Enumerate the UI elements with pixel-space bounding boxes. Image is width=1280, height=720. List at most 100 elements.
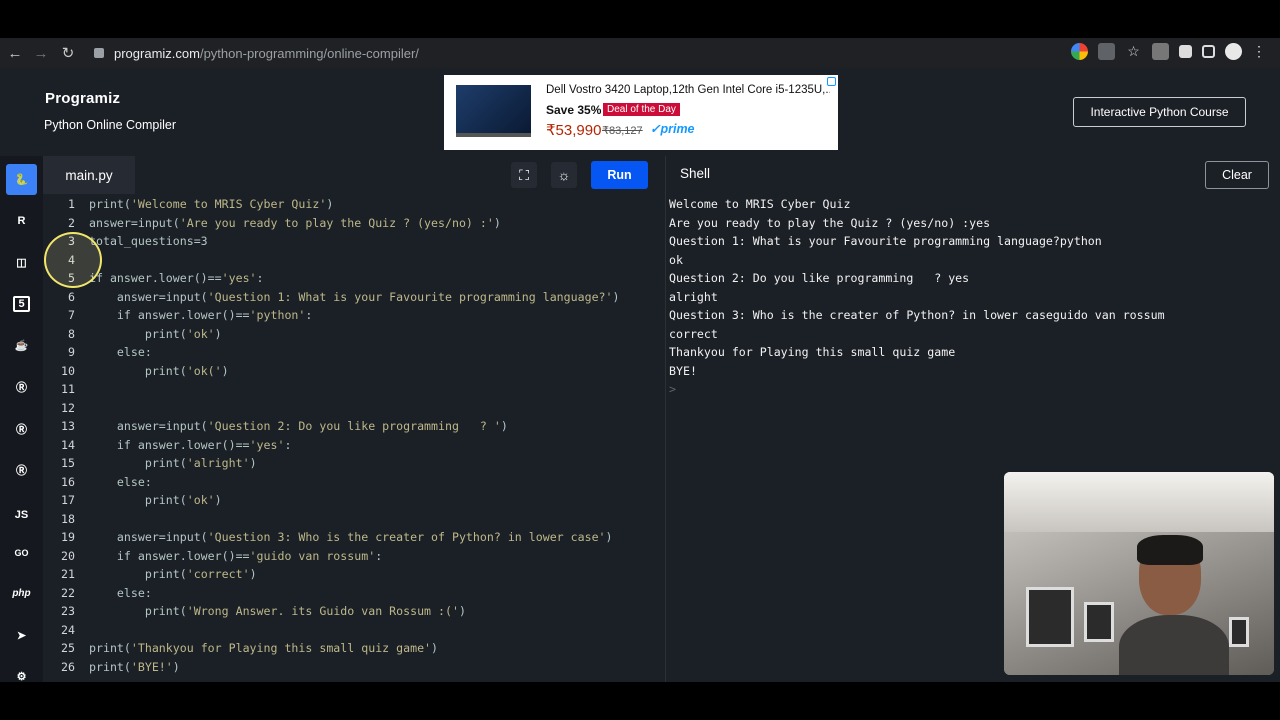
clear-button[interactable]: Clear <box>1205 161 1269 189</box>
code-line[interactable]: 10 print('ok(') <box>43 362 665 381</box>
lock-icon <box>94 48 104 58</box>
ad-old-price: ₹83,127 <box>602 125 643 137</box>
person <box>1119 535 1229 675</box>
google-icon[interactable] <box>1071 43 1088 60</box>
php-label: php <box>12 588 31 599</box>
code-line[interactable]: 2 answer=input('Are you ready to play the… <box>43 214 665 233</box>
c-icon[interactable]: Ⓡ <box>6 371 37 402</box>
tab-main-py[interactable]: main.py <box>43 156 135 194</box>
site-header: Programiz Python Online Compiler Dell Vo… <box>0 68 1280 156</box>
share-icon[interactable] <box>1098 43 1115 60</box>
extensions-area: ☆ ⋮ <box>1071 43 1266 60</box>
code-line[interactable]: 26 print('BYE!') <box>43 658 665 677</box>
line-number: 24 <box>61 622 75 637</box>
code-line[interactable]: 22 else: <box>43 584 665 603</box>
ad-banner[interactable]: Dell Vostro 3420 Laptop,12th Gen Intel C… <box>444 75 838 150</box>
ad-price: ₹53,990 <box>546 122 602 139</box>
line-number: 2 <box>68 215 75 230</box>
shell-line: Thankyou for Playing this small quiz gam… <box>669 345 956 360</box>
cursor-highlight <box>44 232 102 288</box>
code-line[interactable]: 15 print('alright') <box>43 454 665 473</box>
code-line[interactable]: 13 answer=input('Question 2: Do you like… <box>43 417 665 436</box>
code-line[interactable]: 5 if answer.lower()=='yes': <box>43 269 665 288</box>
run-button[interactable]: Run <box>591 161 648 189</box>
code-text: answer=input('Question 1: What is your F… <box>89 289 620 304</box>
code-line[interactable]: 25 print('Thankyou for Playing this small… <box>43 639 665 658</box>
js-icon[interactable]: JS <box>6 499 37 530</box>
php-icon[interactable]: php <box>6 578 37 609</box>
shell-line: ok <box>669 252 683 267</box>
interactive-course-button[interactable]: Interactive Python Course <box>1073 97 1246 127</box>
line-number: 13 <box>61 419 75 434</box>
editor-toolbar: main.py ⛶ ☼ Run <box>43 156 665 194</box>
code-line[interactable]: 17 print('ok') <box>43 491 665 510</box>
html-icon[interactable]: 5 <box>6 288 37 319</box>
line-number: 1 <box>68 197 75 212</box>
code-line[interactable]: 3 total_questions=3 <box>43 232 665 251</box>
cpp-icon[interactable]: Ⓡ <box>6 413 37 444</box>
language-rail: 🐍 R ◫ 5 ☕ Ⓡ Ⓡ Ⓡ JS GO php ➤ ⚙ <box>0 156 43 683</box>
code-editor[interactable]: 1 print('Welcome to MRIS Cyber Quiz') 2 ans… <box>43 194 665 682</box>
line-number: 21 <box>61 567 75 582</box>
code-line[interactable]: 18 <box>43 510 665 529</box>
go-icon[interactable]: GO <box>6 537 37 568</box>
code-line[interactable]: 4 <box>43 251 665 270</box>
code-line[interactable]: 14 if answer.lower()=='yes': <box>43 436 665 455</box>
star-icon[interactable]: ☆ <box>1125 43 1142 60</box>
code-line[interactable]: 11 <box>43 380 665 399</box>
code-text: answer=input('Question 2: Do you like pr… <box>89 419 508 434</box>
ad-deal-badge: Deal of the Day <box>603 103 680 116</box>
code-line[interactable]: 21 print('correct') <box>43 565 665 584</box>
code-text: print('ok') <box>89 493 222 508</box>
line-number: 23 <box>61 604 75 619</box>
shell-line: correct <box>669 326 718 341</box>
code-line[interactable]: 24 <box>43 621 665 640</box>
line-number: 14 <box>61 437 75 452</box>
python-icon[interactable]: 🐍 <box>6 164 37 195</box>
code-line[interactable]: 1 print('Welcome to MRIS Cyber Quiz') <box>43 195 665 214</box>
code-text: print('alright') <box>89 456 257 471</box>
reload-icon[interactable]: ↻ <box>55 40 81 66</box>
code-text: print('ok') <box>89 326 222 341</box>
line-number: 18 <box>61 511 75 526</box>
sidepanel-icon[interactable] <box>1202 45 1215 58</box>
person-body <box>1119 615 1229 675</box>
rust-icon[interactable]: ⚙ <box>6 661 37 692</box>
line-number: 17 <box>61 493 75 508</box>
code-line[interactable]: 9 else: <box>43 343 665 362</box>
logo[interactable]: Programiz <box>45 90 120 107</box>
shell-line: Are you ready to play the Quiz ? (yes/no… <box>669 215 991 230</box>
person-hair <box>1137 535 1203 565</box>
shell-line: Question 2: Do you like programming ? ye… <box>669 271 970 286</box>
line-number: 19 <box>61 530 75 545</box>
r-icon[interactable]: R <box>6 205 37 236</box>
code-line[interactable]: 19 answer=input('Question 3: Who is the … <box>43 528 665 547</box>
theme-toggle-icon[interactable]: ☼ <box>551 162 577 188</box>
back-icon[interactable]: ← <box>2 40 28 66</box>
code-line[interactable]: 16 else: <box>43 473 665 492</box>
code-line[interactable]: 23 print('Wrong Answer. its Guido van Ro… <box>43 602 665 621</box>
sql-icon[interactable]: ◫ <box>6 247 37 278</box>
code-line[interactable]: 8 print('ok') <box>43 325 665 344</box>
line-number: 11 <box>61 382 75 397</box>
profile-avatar[interactable] <box>1225 43 1242 60</box>
code-line[interactable]: 20 if answer.lower()=='guido van rossum'… <box>43 547 665 566</box>
code-text: print('correct') <box>89 567 257 582</box>
code-line[interactable]: 12 <box>43 399 665 418</box>
puzzle-icon[interactable] <box>1179 45 1192 58</box>
csharp-icon[interactable]: Ⓡ <box>6 454 37 485</box>
swift-icon[interactable]: ➤ <box>6 620 37 651</box>
js-label: JS <box>14 508 29 521</box>
code-line[interactable]: 6 answer=input('Question 1: What is your… <box>43 288 665 307</box>
shell-line: Question 1: What is your Favourite progr… <box>669 234 1102 249</box>
extension-icon[interactable] <box>1152 43 1169 60</box>
code-line[interactable]: 7 if answer.lower()=='python': <box>43 306 665 325</box>
line-number: 25 <box>61 641 75 656</box>
java-icon[interactable]: ☕ <box>6 330 37 361</box>
forward-icon[interactable]: → <box>28 40 54 66</box>
adchoices-icon[interactable] <box>827 77 836 86</box>
menu-icon[interactable]: ⋮ <box>1252 43 1266 60</box>
shell-prompt[interactable]: > <box>669 380 676 399</box>
fullscreen-icon[interactable]: ⛶ <box>511 162 537 188</box>
address-bar[interactable]: programiz.com/python-programming/online-… <box>88 40 1138 66</box>
